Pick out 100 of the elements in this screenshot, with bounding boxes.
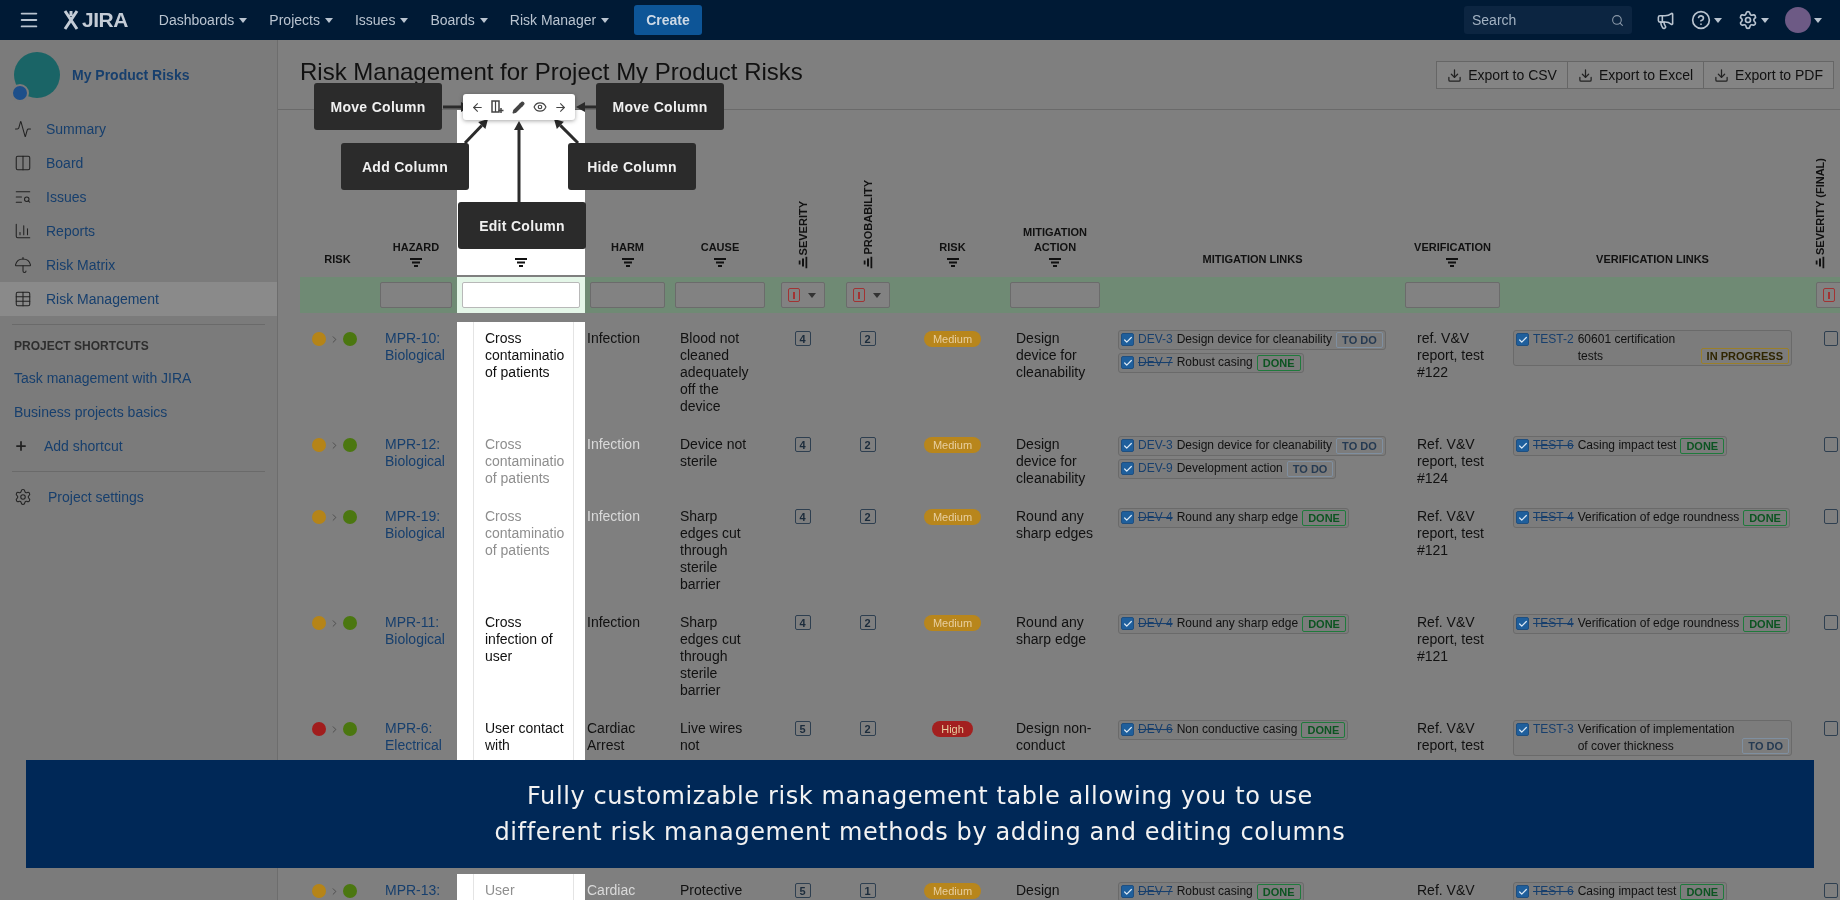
checkbox[interactable] bbox=[1121, 439, 1134, 452]
checkbox[interactable] bbox=[1516, 723, 1529, 736]
column-header[interactable]: SEVERITY (FINAL) bbox=[1814, 158, 1826, 267]
issue-link[interactable]: TEST-4 Verification of edge roundness DONE bbox=[1513, 614, 1790, 634]
filter-icon[interactable] bbox=[863, 256, 872, 269]
nav-menu[interactable]: Issues bbox=[347, 6, 416, 34]
filter-field[interactable] bbox=[590, 282, 665, 308]
export-button[interactable]: Export to PDF bbox=[1703, 61, 1834, 89]
create-button[interactable]: Create bbox=[634, 5, 702, 35]
filter-icon[interactable] bbox=[1049, 258, 1061, 267]
issue-key-link[interactable]: DEV-7 bbox=[1138, 354, 1173, 371]
checkbox[interactable] bbox=[1516, 511, 1529, 524]
filter-field[interactable] bbox=[462, 282, 580, 308]
issue-key-link[interactable]: DEV-6 bbox=[1138, 721, 1173, 738]
sidebar-item[interactable]: Risk Management bbox=[0, 282, 277, 316]
checkbox[interactable] bbox=[1121, 617, 1134, 630]
left-arrow-icon[interactable] bbox=[470, 100, 484, 114]
checkbox[interactable] bbox=[1516, 439, 1529, 452]
filter-field[interactable] bbox=[1010, 282, 1100, 308]
issue-link[interactable]: TEST-3 Verification of implementation of cover thickness TO DO bbox=[1513, 720, 1792, 756]
column-header[interactable]: MITIGATION LINKS bbox=[1202, 252, 1303, 267]
issue-link[interactable]: DEV-4 Round any sharp edge DONE bbox=[1118, 508, 1349, 528]
project-name[interactable]: My Product Risks bbox=[72, 67, 190, 83]
hazard-link[interactable]: MPR-6: Electrical bbox=[385, 720, 449, 754]
sidebar-item[interactable]: Risk Matrix bbox=[0, 248, 277, 282]
checkbox[interactable] bbox=[1516, 617, 1529, 630]
hazard-link[interactable]: MPR-12: Biological bbox=[385, 436, 449, 470]
column-header[interactable]: PROBABILITY bbox=[861, 180, 874, 267]
filter-icon[interactable] bbox=[798, 256, 807, 269]
issue-key-link[interactable]: TEST-3 bbox=[1533, 721, 1574, 738]
filter-field[interactable] bbox=[675, 282, 765, 308]
hazard-link[interactable]: MPR-19: Biological bbox=[385, 508, 449, 542]
issue-link[interactable]: DEV-3 Design device for cleanability TO DO bbox=[1118, 436, 1386, 456]
nav-menu[interactable]: Risk Manager bbox=[502, 6, 617, 34]
issue-key-link[interactable]: DEV-4 bbox=[1138, 615, 1173, 632]
column-header[interactable]: RISK bbox=[324, 252, 351, 267]
issue-key-link[interactable]: TEST-4 bbox=[1533, 509, 1574, 526]
eye-icon[interactable] bbox=[532, 100, 547, 114]
filter-icon[interactable] bbox=[410, 258, 422, 267]
issue-key-link[interactable]: DEV-4 bbox=[1138, 509, 1173, 526]
search-field[interactable]: Search bbox=[1464, 6, 1632, 34]
issue-link[interactable]: TEST-4 Verification of edge roundness DONE bbox=[1513, 508, 1790, 528]
column-header[interactable]: CAUSE bbox=[700, 240, 740, 267]
nav-menu[interactable]: Dashboards bbox=[151, 6, 255, 34]
checkbox[interactable] bbox=[1516, 333, 1529, 346]
issue-link[interactable]: DEV-9 Development action TO DO bbox=[1118, 459, 1337, 479]
shortcut-link[interactable]: Task management with JIRA bbox=[0, 361, 277, 395]
issue-key-link[interactable]: TEST-6 bbox=[1533, 883, 1574, 900]
filter-icon[interactable] bbox=[621, 258, 634, 267]
export-button[interactable]: Export to Excel bbox=[1566, 61, 1705, 89]
issue-key-link[interactable]: DEV-3 bbox=[1138, 437, 1173, 454]
filter-field[interactable] bbox=[380, 282, 452, 308]
column-header[interactable] bbox=[515, 258, 527, 267]
right-arrow-icon[interactable] bbox=[554, 100, 568, 114]
issue-link[interactable]: TEST-6 Casing impact test DONE bbox=[1513, 882, 1728, 900]
column-header[interactable]: HAZARD bbox=[392, 240, 440, 267]
sidebar-item[interactable]: Reports bbox=[0, 214, 277, 248]
logo[interactable]: JIRA bbox=[82, 8, 128, 32]
shortcut-link[interactable]: Business projects basics bbox=[0, 395, 277, 429]
export-button[interactable]: Export to CSV bbox=[1436, 61, 1568, 89]
issue-link[interactable]: DEV-6 Non conductive casing DONE bbox=[1118, 720, 1349, 740]
filter-icon[interactable] bbox=[1815, 256, 1825, 269]
issue-key-link[interactable]: DEV-7 bbox=[1138, 883, 1173, 900]
issue-key-link[interactable]: TEST-2 bbox=[1533, 331, 1574, 348]
add-shortcut-link[interactable]: Add shortcut bbox=[0, 429, 277, 463]
issue-link[interactable]: DEV-4 Round any sharp edge DONE bbox=[1118, 614, 1349, 634]
checkbox[interactable] bbox=[1516, 885, 1529, 898]
issue-key-link[interactable]: DEV-3 bbox=[1138, 331, 1173, 348]
column-header[interactable]: RISK bbox=[939, 240, 966, 267]
checkbox[interactable] bbox=[1121, 511, 1134, 524]
issue-link[interactable]: TEST-2 60601 certification tests IN PROGRESS bbox=[1513, 330, 1792, 366]
hazard-link[interactable]: MPR-11: Biological bbox=[385, 614, 449, 648]
column-header[interactable]: SEVERITY bbox=[796, 200, 809, 267]
column-header[interactable]: HARM bbox=[611, 240, 644, 267]
checkbox[interactable] bbox=[1121, 333, 1134, 346]
issue-link[interactable]: DEV-3 Design device for cleanability TO DO bbox=[1118, 330, 1386, 350]
issue-key-link[interactable]: DEV-9 bbox=[1138, 460, 1173, 477]
filter-icon[interactable] bbox=[946, 258, 959, 267]
add-column-icon[interactable] bbox=[491, 100, 505, 114]
filter-icon[interactable] bbox=[714, 258, 726, 267]
hazard-link[interactable]: MPR-10: Biological bbox=[385, 330, 449, 364]
sidebar-item[interactable]: Issues bbox=[0, 180, 277, 214]
checkbox[interactable] bbox=[1121, 356, 1134, 369]
filter-icon[interactable] bbox=[1446, 258, 1459, 267]
checkbox[interactable] bbox=[1121, 723, 1134, 736]
project-settings-link[interactable]: Project settings bbox=[0, 480, 277, 514]
column-header[interactable]: MITIGATION ACTION bbox=[1005, 225, 1105, 267]
hazard-link[interactable]: MPR-13: bbox=[385, 882, 449, 899]
issue-link[interactable]: TEST-6 Casing impact test DONE bbox=[1513, 436, 1728, 456]
pencil-icon[interactable] bbox=[512, 100, 525, 114]
issue-key-link[interactable]: TEST-6 bbox=[1533, 437, 1574, 454]
column-header[interactable]: VERIFICATION bbox=[1414, 240, 1491, 267]
sidebar-item[interactable]: Summary bbox=[0, 112, 277, 146]
nav-menu[interactable]: Projects bbox=[262, 6, 340, 34]
issue-link[interactable]: DEV-7 Robust casing DONE bbox=[1118, 353, 1304, 373]
checkbox[interactable] bbox=[1121, 462, 1134, 475]
issue-link[interactable]: DEV-7 Robust casing DONE bbox=[1118, 882, 1304, 900]
filter-field[interactable] bbox=[1405, 282, 1500, 308]
sidebar-item[interactable]: Board bbox=[0, 146, 277, 180]
issue-key-link[interactable]: TEST-4 bbox=[1533, 615, 1574, 632]
